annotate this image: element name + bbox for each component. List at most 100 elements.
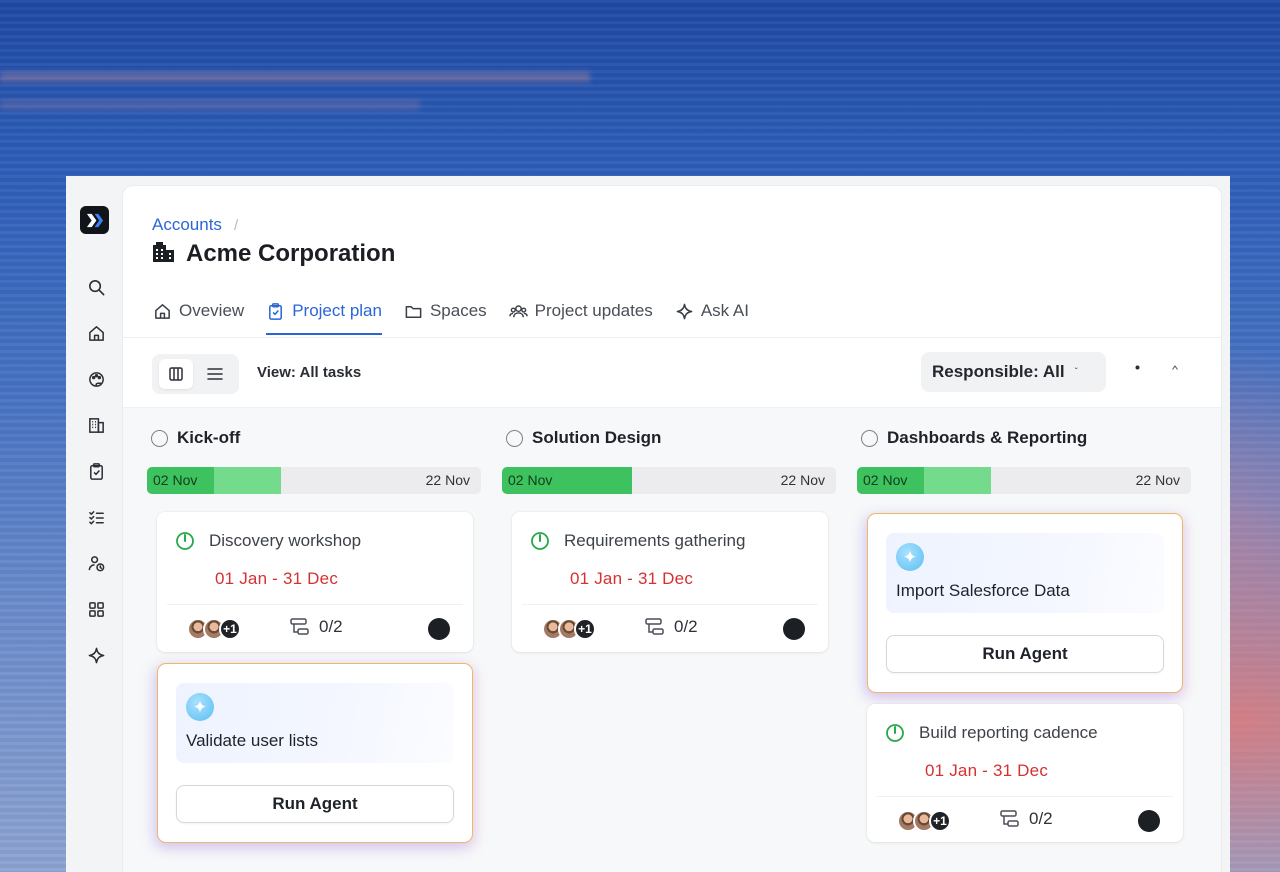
- task-title: Build reporting cadence: [919, 723, 1098, 742]
- run-agent-button[interactable]: Run Agent: [886, 635, 1164, 673]
- clipboard-check-icon: [269, 302, 283, 320]
- tab-label: Spaces: [429, 301, 487, 320]
- timeline-bar: 02 Nov 22 Nov: [857, 467, 1191, 494]
- subtask-count[interactable]: 0/2: [999, 809, 1053, 829]
- page-header: Acme Corporation: [152, 240, 395, 268]
- main-panel: Accounts / Acme Corporation Oveview Proje…: [123, 186, 1221, 872]
- end-date: 22 Nov: [780, 472, 825, 488]
- folder-icon: [405, 305, 422, 318]
- background-streak: [0, 100, 420, 110]
- task-title-row: Discovery workshop: [175, 531, 361, 551]
- palette-icon[interactable]: [85, 368, 107, 390]
- list-view-button[interactable]: [198, 359, 232, 389]
- app-window: Accounts / Acme Corporation Oveview Proje…: [66, 176, 1230, 872]
- tab-label: Project updates: [534, 301, 653, 320]
- task-title-row: Build reporting cadence: [885, 723, 1098, 743]
- sparkle-icon: [676, 303, 693, 319]
- responsible-filter-label: Responsible: All: [932, 362, 1065, 381]
- subtask-icon: [645, 618, 664, 635]
- chevron-down-icon: ˇ: [1074, 366, 1078, 378]
- agent-task-title: Validate user lists: [186, 731, 318, 750]
- search-icon[interactable]: [85, 276, 107, 298]
- tab-project-updates[interactable]: Project updates: [508, 292, 653, 330]
- assignee-avatars[interactable]: +1: [187, 618, 241, 640]
- assignee-avatars[interactable]: +1: [897, 810, 951, 832]
- caret-up-icon[interactable]: [1172, 364, 1178, 370]
- subtask-count[interactable]: 0/2: [644, 617, 698, 637]
- tab-bar: Oveview Project plan Spaces Project upda…: [153, 292, 749, 335]
- breadcrumb: Accounts /: [152, 215, 238, 235]
- subtask-count-text: 0/2: [319, 617, 343, 636]
- progress-ring-icon: [176, 532, 194, 550]
- column-title: Kick-off: [177, 428, 241, 447]
- home-icon: [155, 303, 170, 319]
- owner-avatar[interactable]: [428, 618, 450, 640]
- app-logo[interactable]: [80, 206, 109, 234]
- column-title: Dashboards & Reporting: [887, 428, 1088, 447]
- grid-icon[interactable]: [85, 598, 107, 620]
- start-date: 02 Nov: [508, 472, 553, 488]
- tab-ask-ai[interactable]: Ask AI: [675, 292, 749, 330]
- subtask-count-text: 0/2: [1029, 809, 1053, 828]
- card-divider: [167, 604, 463, 605]
- subtask-icon: [1000, 810, 1019, 827]
- task-dates: 01 Jan - 31 Dec: [215, 569, 339, 588]
- sparkle-icon[interactable]: [85, 644, 107, 666]
- user-clock-icon[interactable]: [85, 552, 107, 574]
- owner-avatar[interactable]: [783, 618, 805, 640]
- status-circle-icon[interactable]: [506, 429, 523, 447]
- owner-avatar[interactable]: [1138, 810, 1160, 832]
- assignee-avatars[interactable]: +1: [542, 618, 596, 640]
- task-dates: 01 Jan - 31 Dec: [570, 569, 694, 588]
- tab-overview[interactable]: Oveview: [153, 292, 244, 330]
- building-icon[interactable]: [85, 414, 107, 436]
- breadcrumb-separator: /: [233, 217, 239, 234]
- agent-card[interactable]: Import Salesforce Data Run Agent: [867, 513, 1183, 693]
- agent-task-box: Validate user lists: [176, 683, 454, 763]
- task-card[interactable]: Requirements gathering 01 Jan - 31 Dec +…: [512, 512, 828, 652]
- tab-project-plan[interactable]: Project plan: [266, 292, 382, 335]
- card-divider: [522, 604, 818, 605]
- ai-sparkle-icon: [896, 543, 924, 571]
- tab-label: Project plan: [292, 301, 382, 320]
- start-date: 02 Nov: [863, 472, 908, 488]
- agent-task-box: Import Salesforce Data: [886, 533, 1164, 613]
- progress-active: [923, 467, 991, 494]
- column-header[interactable]: Kick-off: [151, 428, 240, 448]
- task-dates: 01 Jan - 31 Dec: [925, 761, 1049, 780]
- checklist-icon[interactable]: [85, 506, 107, 528]
- building-icon: [152, 241, 176, 268]
- page-title: Acme Corporation: [186, 240, 396, 267]
- card-divider: [877, 796, 1173, 797]
- column-header[interactable]: Solution Design: [506, 428, 661, 448]
- board-view-button[interactable]: [158, 359, 193, 389]
- avatar-overflow: +1: [929, 810, 951, 832]
- progress-active: [213, 467, 281, 494]
- run-agent-button[interactable]: Run Agent: [176, 785, 454, 823]
- column-header[interactable]: Dashboards & Reporting: [861, 428, 1087, 448]
- start-date: 02 Nov: [153, 472, 198, 488]
- kanban-board: Kick-off 02 Nov 22 Nov Discovery worksho…: [123, 408, 1221, 872]
- tab-spaces[interactable]: Spaces: [404, 292, 487, 330]
- board-icon: [169, 367, 183, 381]
- clipboard-check-icon[interactable]: [85, 460, 107, 482]
- dot-icon[interactable]: [1134, 364, 1140, 370]
- background-streak: [0, 72, 590, 82]
- avatar-overflow: +1: [574, 618, 596, 640]
- progress-ring-icon: [531, 532, 549, 550]
- breadcrumb-accounts-link[interactable]: Accounts: [152, 215, 222, 234]
- home-icon[interactable]: [85, 322, 107, 344]
- status-circle-icon[interactable]: [151, 429, 168, 447]
- timeline-bar: 02 Nov 22 Nov: [502, 467, 836, 494]
- responsible-filter[interactable]: Responsible: All ˇ: [921, 352, 1106, 392]
- agent-card[interactable]: Validate user lists Run Agent: [157, 663, 473, 843]
- avatar-overflow: +1: [219, 618, 241, 640]
- task-card[interactable]: Discovery workshop 01 Jan - 31 Dec +1 0/…: [157, 512, 473, 652]
- sidebar-rail: [66, 176, 124, 872]
- subtask-icon: [290, 618, 309, 635]
- subtask-count[interactable]: 0/2: [289, 617, 343, 637]
- timeline-bar: 02 Nov 22 Nov: [147, 467, 481, 494]
- task-title-row: Requirements gathering: [530, 531, 745, 551]
- status-circle-icon[interactable]: [861, 429, 878, 447]
- task-card[interactable]: Build reporting cadence 01 Jan - 31 Dec …: [867, 704, 1183, 842]
